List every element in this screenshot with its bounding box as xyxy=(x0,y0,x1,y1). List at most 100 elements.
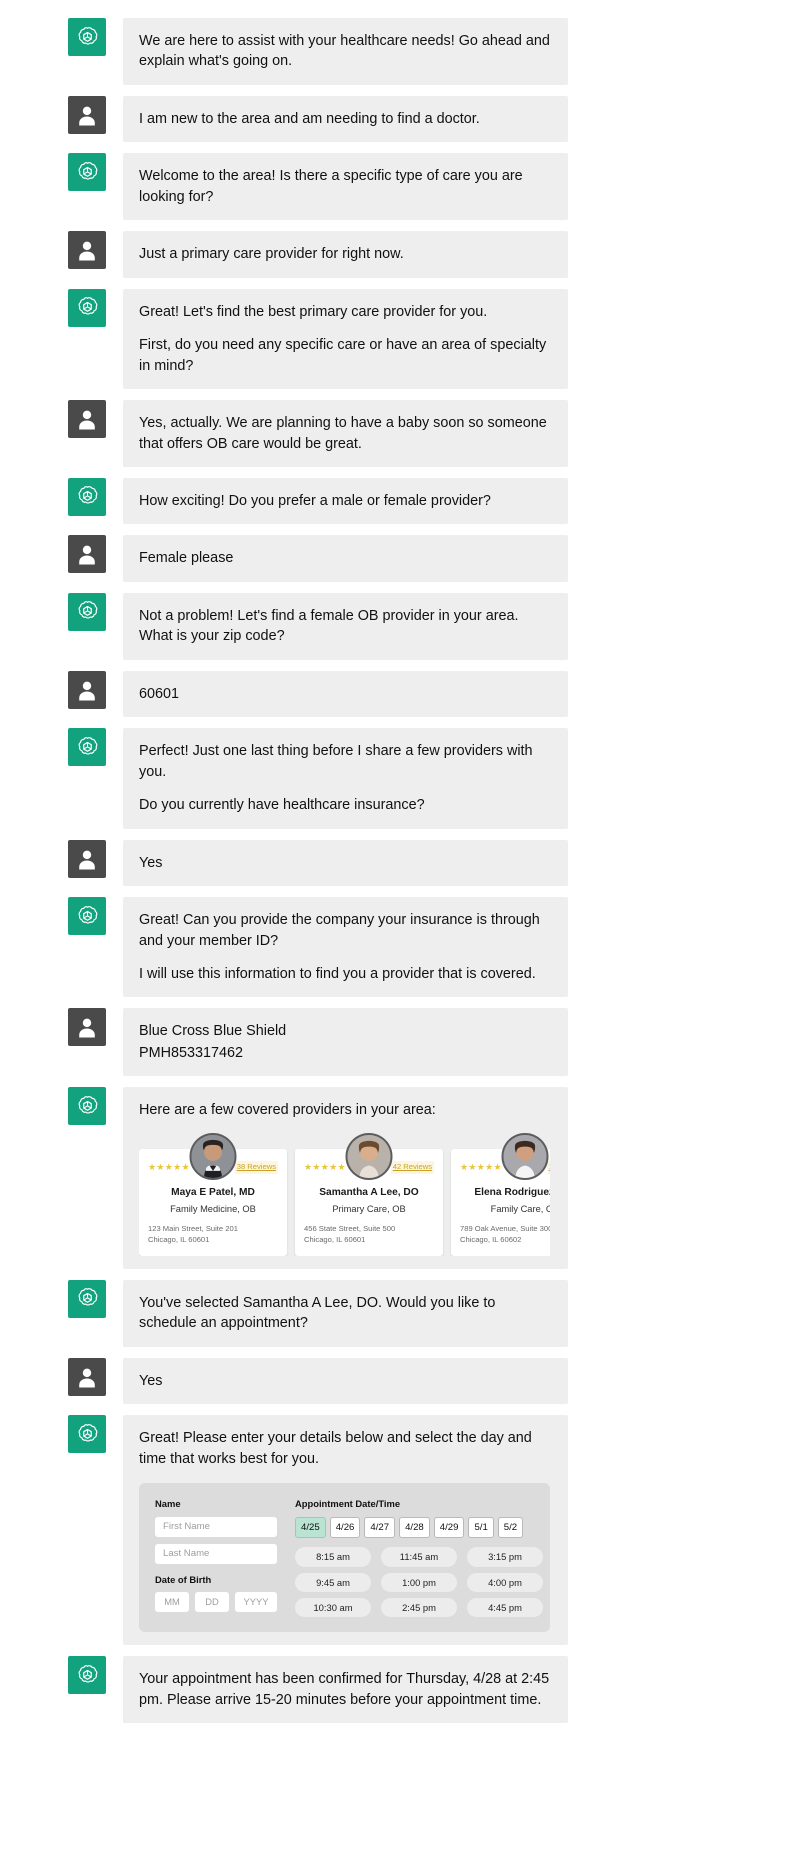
provider-name: Elena Rodriguez, MD xyxy=(474,1186,550,1198)
message-bubble: Blue Cross Blue Shield PMH853317462 xyxy=(123,1008,568,1077)
message-bubble: How exciting! Do you prefer a male or fe… xyxy=(123,477,568,525)
message-bubble: Not a problem! Let's find a female OB pr… xyxy=(123,592,568,660)
assistant-avatar-icon xyxy=(68,728,106,767)
message-bubble: Great! Can you provide the company your … xyxy=(123,897,568,998)
time-slot[interactable]: 10:30 am xyxy=(295,1597,371,1618)
datetime-column: Appointment Date/Time 4/25 4/26 4/27 4/28 4/2… xyxy=(295,1497,543,1618)
date-pill[interactable]: 5/2 xyxy=(497,1516,524,1539)
provider-card-list: ★★★★★ 38 Reviews Maya E Patel, MD Family Me… xyxy=(139,1132,550,1256)
message-bubble: Yes, actually. We are planning to have a… xyxy=(123,400,568,467)
bot-message-row: Welcome to the area! Is there a specific… xyxy=(0,153,800,221)
user-message-row: Yes, actually. We are planning to have a… xyxy=(0,400,800,467)
reviews-link[interactable]: 38 Reviews xyxy=(234,1160,278,1174)
message-bubble: Great! Let's find the best primary care … xyxy=(123,288,568,390)
message-text: 60601 xyxy=(139,685,180,702)
provider-headshot xyxy=(501,1132,549,1180)
message-text: We are here to assist with your healthca… xyxy=(139,33,550,70)
user-avatar-icon xyxy=(68,1357,106,1396)
time-slot[interactable]: 2:45 pm xyxy=(381,1597,457,1618)
message-text: Here are a few covered providers in your… xyxy=(139,1102,436,1119)
provider-address-line2: Chicago, IL 60601 xyxy=(148,1234,210,1244)
time-slot[interactable]: 4:45 pm xyxy=(467,1597,543,1618)
provider-address: 123 Main Street, Suite 201 Chicago, IL 60… xyxy=(148,1224,278,1245)
first-name-input[interactable]: First Name xyxy=(155,1516,277,1537)
assistant-avatar-icon xyxy=(68,1087,106,1126)
provider-address: 456 State Street, Suite 500 Chicago, IL 6… xyxy=(304,1224,434,1245)
dob-year-input[interactable]: YYYY xyxy=(235,1591,277,1612)
user-avatar-icon xyxy=(68,535,106,574)
provider-address-line1: 789 Oak Avenue, Suite 300 xyxy=(460,1224,550,1234)
time-slot[interactable]: 9:45 am xyxy=(295,1572,371,1592)
user-avatar-icon xyxy=(68,231,106,270)
message-bubble: You've selected Samantha A Lee, DO. Woul… xyxy=(123,1279,568,1347)
user-avatar-icon xyxy=(68,95,106,134)
provider-card[interactable]: ★★★★★ 42 Reviews Samantha A Lee, DO Primary… xyxy=(295,1132,443,1256)
user-message-row: Just a primary care provider for right n… xyxy=(0,231,800,278)
message-bubble: Perfect! Just one last thing before I sh… xyxy=(123,728,568,829)
provider-card[interactable]: ★★★★★16 ReviewsElena Rodriguez, MDFamily… xyxy=(451,1132,550,1256)
message-text: PMH853317462 xyxy=(139,1044,244,1061)
message-text: Do you currently have healthcare insuran… xyxy=(139,797,425,814)
time-slot-row: 10:30 am 2:45 pm 4:45 pm xyxy=(295,1597,543,1618)
time-slot[interactable]: 4:00 pm xyxy=(467,1572,543,1592)
assistant-avatar-icon xyxy=(68,288,106,327)
user-message-row: Yes xyxy=(0,839,800,887)
message-text: First, do you need any specific care or … xyxy=(139,337,547,374)
chat-transcript: We are here to assist with your healthca… xyxy=(0,0,800,1754)
message-bubble: I am new to the area and am needing to f… xyxy=(123,95,568,143)
user-message-row: Female please xyxy=(0,535,800,582)
provider-card[interactable]: ★★★★★ 38 Reviews Maya E Patel, MD Family Me… xyxy=(139,1132,287,1256)
provider-headshot xyxy=(345,1132,393,1180)
bot-message-row: Great! Please enter your details below a… xyxy=(0,1415,800,1646)
time-slot[interactable]: 3:15 pm xyxy=(467,1547,543,1567)
message-bubble: 60601 xyxy=(123,670,568,718)
message-bubble: Welcome to the area! Is there a specific… xyxy=(123,153,568,221)
date-pill[interactable]: 4/25 xyxy=(295,1516,326,1539)
bot-message-row: Not a problem! Let's find a female OB pr… xyxy=(0,592,800,660)
provider-address: 789 Oak Avenue, Suite 300 Chicago, IL 606… xyxy=(460,1224,550,1245)
bot-message-row: Your appointment has been confirmed for … xyxy=(0,1656,800,1724)
assistant-avatar-icon xyxy=(68,592,106,631)
bot-message-row: Perfect! Just one last thing before I sh… xyxy=(0,728,800,829)
star-rating-icon: ★★★★★ xyxy=(148,1161,190,1172)
dob-month-input[interactable]: MM xyxy=(155,1591,189,1612)
message-text: Great! Please enter your details below a… xyxy=(139,1430,532,1467)
time-slot[interactable]: 11:45 am xyxy=(381,1547,457,1567)
message-bubble: Yes xyxy=(123,839,568,887)
date-pill[interactable]: 4/26 xyxy=(329,1516,361,1539)
date-of-birth-group: MM DD YYYY xyxy=(155,1591,277,1612)
assistant-avatar-icon xyxy=(68,18,106,56)
user-message-row: Yes xyxy=(0,1357,800,1405)
time-slot[interactable]: 8:15 am xyxy=(295,1547,371,1567)
user-avatar-icon xyxy=(68,400,106,439)
date-pill[interactable]: 4/29 xyxy=(433,1516,465,1539)
bot-message-row: You've selected Samantha A Lee, DO. Woul… xyxy=(0,1279,800,1347)
provider-address-line2: Chicago, IL 60602 xyxy=(460,1234,522,1244)
message-bubble: Just a primary care provider for right n… xyxy=(123,231,568,278)
message-text: You've selected Samantha A Lee, DO. Woul… xyxy=(139,1294,496,1332)
date-pill[interactable]: 5/1 xyxy=(468,1516,494,1539)
date-of-birth-label: Date of Birth xyxy=(155,1573,212,1585)
time-slot-list: 8:15 am 11:45 am 3:15 pm 9:45 am 1:00 pm 4:00… xyxy=(295,1547,543,1618)
assistant-avatar-icon xyxy=(68,1279,106,1318)
bot-message-row: Great! Let's find the best primary care … xyxy=(0,288,800,390)
message-bubble: Here are a few covered providers in your… xyxy=(123,1087,568,1269)
message-text: Great! Let's find the best primary care … xyxy=(139,303,488,320)
reviews-link[interactable]: 42 Reviews xyxy=(390,1160,434,1174)
user-avatar-icon xyxy=(68,1008,106,1047)
message-text: Not a problem! Let's find a female OB pr… xyxy=(139,607,519,645)
date-pill[interactable]: 4/28 xyxy=(399,1516,430,1539)
last-name-input[interactable]: Last Name xyxy=(155,1543,277,1564)
time-slot-row: 8:15 am 11:45 am 3:15 pm xyxy=(295,1547,543,1567)
appointment-form: Name First Name Last Name Date of Birth MM DD… xyxy=(139,1483,550,1633)
user-message-row: I am new to the area and am needing to f… xyxy=(0,95,800,143)
message-bubble: Your appointment has been confirmed for … xyxy=(123,1656,568,1724)
date-pill-list: 4/25 4/26 4/27 4/28 4/29 5/1 5/2 xyxy=(295,1516,534,1539)
time-slot[interactable]: 1:00 pm xyxy=(381,1572,457,1592)
provider-headshot xyxy=(189,1132,237,1180)
dob-day-input[interactable]: DD xyxy=(195,1591,229,1612)
bot-message-row: Great! Can you provide the company your … xyxy=(0,897,800,998)
message-text: Great! Can you provide the company your … xyxy=(139,912,540,949)
date-pill[interactable]: 4/27 xyxy=(364,1516,396,1539)
message-text: Just a primary care provider for right n… xyxy=(139,246,404,263)
